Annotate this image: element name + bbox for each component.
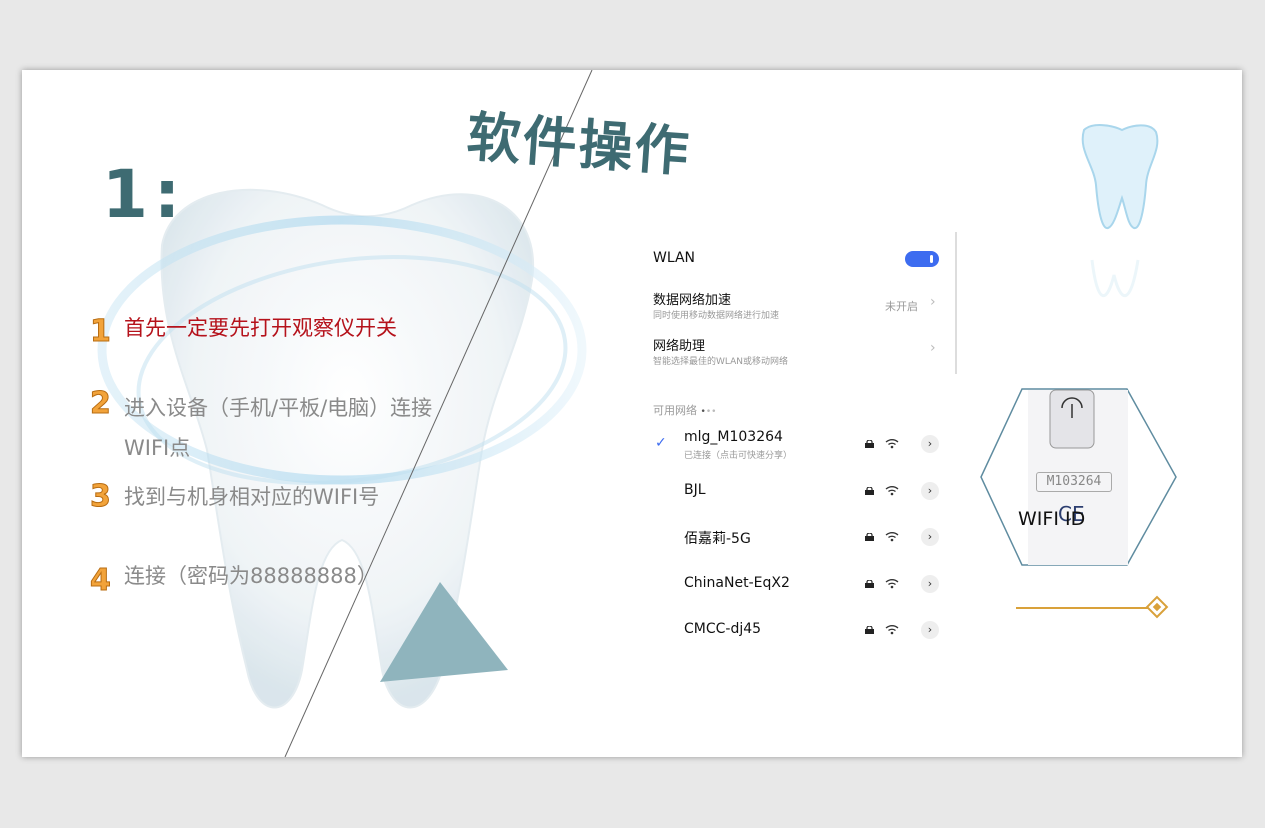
wifi-icon: [885, 486, 899, 496]
step-4-text: 连接（密码为88888888）: [124, 564, 378, 588]
network-detail-button[interactable]: ›: [921, 435, 939, 453]
step-3-number-icon: 3: [90, 479, 112, 513]
svg-text:2: 2: [90, 386, 111, 419]
available-networks-label: 可用网络 •••: [653, 404, 717, 417]
wifi-icon: [885, 532, 899, 542]
chevron-right-icon: ›: [930, 340, 936, 356]
network-detail-button[interactable]: ›: [921, 482, 939, 500]
svg-text:3: 3: [90, 479, 111, 512]
network-detail-button[interactable]: ›: [921, 621, 939, 639]
network-name[interactable]: 佰嘉莉-5G: [684, 528, 751, 548]
chevron-right-icon: ›: [930, 294, 936, 310]
step-2-text-cont: WIFI点: [124, 436, 191, 460]
step-1-text: 首先一定要先打开观察仪开关: [124, 316, 397, 340]
assistant-sub: 智能选择最佳的WLAN或移动网络: [653, 357, 789, 367]
page-title: 软件操作: [464, 105, 693, 184]
tooth-icon: [1081, 124, 1159, 298]
network-detail-button[interactable]: ›: [921, 575, 939, 593]
data-accel-title[interactable]: 数据网络加速: [653, 289, 731, 308]
lock-icon: [865, 440, 874, 448]
diamond-icon: [1145, 595, 1169, 619]
svg-text:1: 1: [90, 314, 111, 347]
lock-icon: [865, 487, 874, 495]
step-3-text: 找到与机身相对应的WIFI号: [124, 485, 380, 509]
divider: [955, 232, 957, 374]
wifi-icon: [885, 439, 899, 449]
network-detail-button[interactable]: ›: [921, 528, 939, 546]
lock-icon: [865, 626, 874, 634]
device-serial: M103264: [1036, 472, 1112, 492]
wlan-settings-panel: WLAN 数据网络加速 同时使用移动数据网络进行加速 未开启 › 网络助理 智能…: [642, 230, 962, 670]
svg-text:4: 4: [90, 563, 111, 596]
network-name[interactable]: CMCC-dj45: [684, 621, 761, 637]
wlan-toggle[interactable]: [905, 251, 939, 267]
wifi-icon: [885, 625, 899, 635]
slide: 1: 软件操作 1 首先一定要先打开观察仪开关 2 进入设备（手机/平板/电脑）…: [22, 70, 1242, 757]
step-2-text: 进入设备（手机/平板/电脑）连接: [124, 396, 433, 420]
data-accel-status: 未开启: [885, 300, 918, 313]
step-4-number-icon: 4: [90, 563, 112, 597]
network-name[interactable]: ChinaNet-EqX2: [684, 575, 790, 591]
data-accel-sub: 同时使用移动数据网络进行加速: [653, 311, 780, 321]
check-icon: ✓: [655, 435, 667, 451]
lock-icon: [865, 580, 874, 588]
step-number: 1:: [102, 156, 187, 233]
wlan-label: WLAN: [653, 250, 696, 266]
network-name[interactable]: mlg_M103264: [684, 429, 783, 445]
network-status: 已连接（点击可快速分享）: [684, 451, 793, 461]
network-name[interactable]: BJL: [684, 482, 706, 498]
lock-icon: [865, 533, 874, 541]
step-1-number-icon: 1: [90, 314, 112, 348]
wifi-icon: [885, 579, 899, 589]
wifi-id-caption: WIFI ID: [1018, 508, 1086, 530]
assistant-title[interactable]: 网络助理: [653, 335, 705, 354]
step-2-number-icon: 2: [90, 386, 112, 420]
